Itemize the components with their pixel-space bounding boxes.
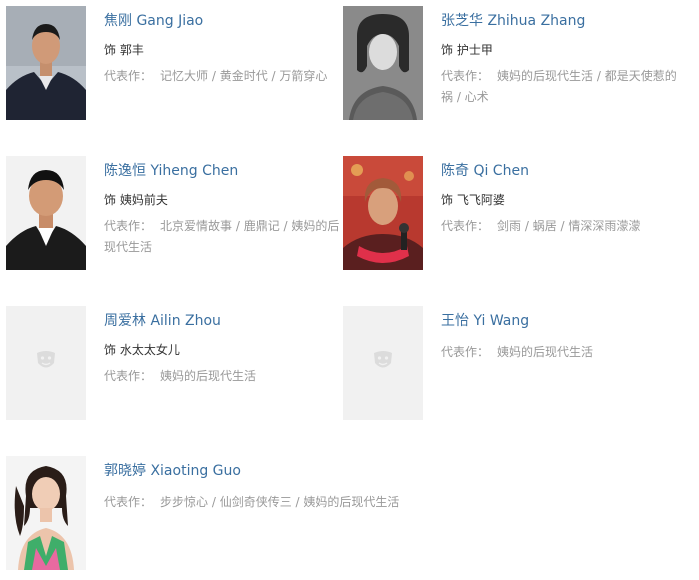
portrait-image [343,156,423,270]
works-label: 代表作： [441,219,490,233]
cast-role: 饰 姨妈前夫 [104,193,168,207]
cast-card: 周爱林 Ailin Zhou 饰 水太太女儿 代表作： 姨妈的后现代生活 [6,306,346,421]
works-list: 剑雨 / 蜗居 / 情深深雨濛濛 [497,219,641,233]
cast-name-link[interactable]: 郭晓婷 Xiaoting Guo [104,462,344,480]
cast-photo[interactable] [6,456,86,570]
cast-photo-placeholder[interactable] [6,306,86,420]
cast-works: 代表作： 姨妈的后现代生活 [104,366,344,387]
cast-card: 郭晓婷 Xiaoting Guo 代表作： 步步惊心 / 仙剑奇侠传三 / 姨妈的… [6,456,399,571]
works-label: 代表作： [104,69,153,83]
theater-mask-icon [374,351,392,368]
cast-card: 王怡 Yi Wang 代表作： 姨妈的后现代生活 [343,306,683,421]
portrait-image [6,6,86,120]
cast-photo[interactable] [6,156,86,270]
works-list: 记忆大师 / 黄金时代 / 万箭穿心 [160,69,328,83]
cast-card: 焦刚 Gang Jiao 饰 郭丰 代表作： 记忆大师 / 黄金时代 / 万箭穿心 [6,6,346,121]
portrait-image [343,6,423,120]
cast-name-link[interactable]: 周爱林 Ailin Zhou [104,312,344,330]
cast-photo[interactable] [343,156,423,270]
cast-photo-placeholder[interactable] [343,306,423,420]
cast-name-link[interactable]: 王怡 Yi Wang [441,312,681,330]
works-list: 姨妈的后现代生活 [497,345,594,359]
cast-works: 代表作： 北京爱情故事 / 鹿鼎记 / 姨妈的后现代生活 [104,216,344,258]
works-label: 代表作： [104,219,153,233]
cast-works: 代表作： 姨妈的后现代生活 [441,342,681,363]
works-label: 代表作： [441,69,490,83]
cast-card: 陈奇 Qi Chen 饰 飞飞阿婆 代表作： 剑雨 / 蜗居 / 情深深雨濛濛 [343,156,683,271]
cast-name-link[interactable]: 陈奇 Qi Chen [441,162,681,180]
cast-card: 张芝华 Zhihua Zhang 饰 护士甲 代表作： 姨妈的后现代生活 / 都是… [343,6,683,121]
cast-name-link[interactable]: 焦刚 Gang Jiao [104,12,344,30]
cast-works: 代表作： 步步惊心 / 仙剑奇侠传三 / 姨妈的后现代生活 [104,492,444,513]
works-list: 步步惊心 / 仙剑奇侠传三 / 姨妈的后现代生活 [160,495,400,509]
works-label: 代表作： [104,369,153,383]
cast-works: 代表作： 记忆大师 / 黄金时代 / 万箭穿心 [104,66,344,87]
cast-role: 饰 飞飞阿婆 [441,193,505,207]
portrait-image [6,156,86,270]
cast-works: 代表作： 剑雨 / 蜗居 / 情深深雨濛濛 [441,216,681,237]
cast-photo[interactable] [6,6,86,120]
cast-role: 饰 护士甲 [441,43,493,57]
cast-works: 代表作： 姨妈的后现代生活 / 都是天使惹的祸 / 心术 [441,66,681,108]
portrait-image [6,456,86,570]
works-label: 代表作： [441,345,490,359]
cast-card: 陈逸恒 Yiheng Chen 饰 姨妈前夫 代表作： 北京爱情故事 / 鹿鼎记 … [6,156,346,271]
works-list: 姨妈的后现代生活 [160,369,257,383]
theater-mask-icon [37,351,55,368]
cast-name-link[interactable]: 张芝华 Zhihua Zhang [441,12,681,30]
cast-name-link[interactable]: 陈逸恒 Yiheng Chen [104,162,344,180]
works-label: 代表作： [104,495,153,509]
cast-photo[interactable] [343,6,423,120]
cast-role: 饰 郭丰 [104,43,144,57]
cast-role: 饰 水太太女儿 [104,343,180,357]
